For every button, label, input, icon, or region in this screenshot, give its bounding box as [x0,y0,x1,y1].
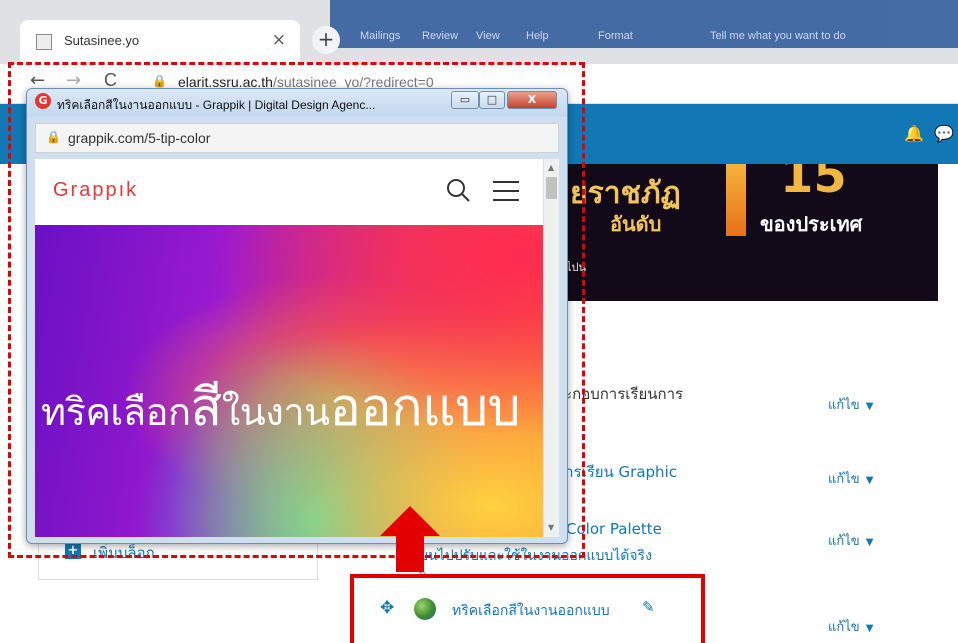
ribbon-tab-format: Format [598,30,633,42]
chat-icon[interactable]: 💬 [934,124,954,143]
banner-number: 15 [780,164,847,204]
banner-accent-bar [726,164,746,236]
ribbon-tell-me: Tell me what you want to do [710,30,846,42]
ribbon-tab-review: Review [422,30,459,42]
edit-label: แก้ไข [828,398,860,413]
edit-label: แก้ไข [828,472,860,487]
caret-down-icon: ▼ [865,537,874,548]
bell-icon[interactable]: 🔔 [904,124,924,143]
caret-down-icon: ▼ [865,623,874,634]
highlight-popup [8,62,585,558]
edit-menu-4[interactable]: แก้ไข ▼ [828,616,873,637]
tab-title: Sutasinee.yo [64,33,140,48]
edit-menu-3[interactable]: แก้ไข ▼ [828,530,873,551]
new-tab-button[interactable]: + [312,26,340,54]
edit-label: แก้ไข [828,620,860,635]
banner-line3: ของประเทศ [760,212,863,236]
university-banner: ยราชภัฏ อันดับ 15 ของประเทศ เทศไปน [548,164,938,301]
caret-down-icon: ▼ [865,401,874,412]
ribbon-tab-view: View [476,30,500,42]
up-arrow-icon [380,506,440,572]
edit-menu-1[interactable]: แก้ไข ▼ [828,394,873,415]
browser-tab-strip: Mailings Review View Help Format Tell me… [0,0,958,64]
tab-close-icon[interactable]: × [272,30,286,50]
highlight-new-item [350,574,705,643]
browser-tab[interactable]: Sutasinee.yo × [20,20,300,64]
caret-down-icon: ▼ [865,475,874,486]
ribbon-background: Mailings Review View Help Format Tell me… [330,0,958,48]
page-icon [36,34,52,50]
edit-menu-2[interactable]: แก้ไข ▼ [828,468,873,489]
banner-line2: อันดับ [610,212,662,236]
ribbon-tab-mailings: Mailings [360,30,401,42]
ribbon-tab-help: Help [526,30,549,42]
edit-label: แก้ไข [828,534,860,549]
